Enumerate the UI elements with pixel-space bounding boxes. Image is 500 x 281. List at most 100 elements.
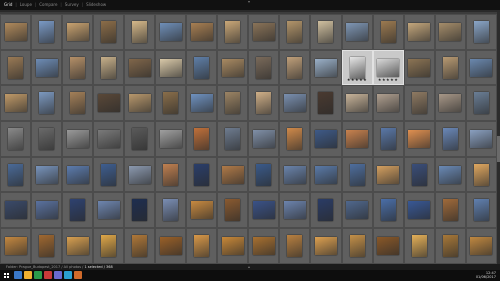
photo-thumbnail[interactable]	[35, 165, 58, 184]
thumbnail-cell[interactable]	[434, 14, 466, 50]
thumbnail-cell[interactable]	[155, 228, 187, 264]
photo-thumbnail[interactable]	[70, 56, 86, 79]
thumbnail-cell[interactable]	[186, 14, 218, 50]
thumbnail-cell[interactable]	[372, 85, 404, 122]
thumbnail-cell[interactable]	[93, 228, 125, 264]
thumbnail-cell[interactable]	[124, 228, 156, 264]
photo-thumbnail[interactable]	[225, 20, 241, 43]
photo-thumbnail[interactable]	[132, 127, 148, 150]
photo-thumbnail[interactable]	[101, 234, 117, 257]
tab-compare[interactable]: Compare	[39, 1, 57, 8]
thumbnail-cell[interactable]	[31, 49, 63, 86]
photo-thumbnail[interactable]	[380, 20, 396, 43]
photo-thumbnail[interactable]	[221, 58, 244, 77]
photo-thumbnail[interactable]	[97, 129, 120, 148]
thumbnail-cell[interactable]	[403, 192, 435, 229]
thumbnail-cell[interactable]	[248, 156, 280, 193]
photo-thumbnail[interactable]	[380, 127, 396, 150]
thumbnail-cell[interactable]	[186, 121, 218, 157]
thumbnail-cell[interactable]	[217, 228, 249, 264]
photo-thumbnail[interactable]	[439, 22, 462, 41]
photo-thumbnail[interactable]	[101, 20, 117, 43]
thumbnail-cell[interactable]	[186, 192, 218, 229]
thumbnail-cell[interactable]	[186, 49, 218, 86]
thumbnail-cell[interactable]	[465, 121, 497, 157]
photo-thumbnail[interactable]	[346, 129, 369, 148]
thumbnail-cell[interactable]	[465, 49, 497, 86]
thumbnail-cell[interactable]	[31, 192, 63, 229]
photo-thumbnail[interactable]	[4, 236, 27, 255]
thumbnail-cell[interactable]	[310, 228, 342, 264]
photo-thumbnail[interactable]	[190, 201, 213, 220]
thumbnail-cell[interactable]	[248, 192, 280, 229]
photo-thumbnail[interactable]	[159, 236, 182, 255]
thumbnail-cell[interactable]	[217, 85, 249, 122]
photo-thumbnail[interactable]	[225, 127, 241, 150]
photo-thumbnail[interactable]	[194, 163, 210, 186]
photo-thumbnail[interactable]	[318, 20, 334, 43]
thumbnail-cell[interactable]	[434, 121, 466, 157]
thumbnail-cell[interactable]	[279, 14, 311, 50]
thumbnail-cell[interactable]	[372, 156, 404, 193]
thumbnail-cell[interactable]	[31, 85, 63, 122]
thumbnail-cell[interactable]	[341, 14, 373, 50]
photo-thumbnail[interactable]	[252, 201, 275, 220]
thumbnail-cell[interactable]	[124, 49, 156, 86]
photo-thumbnail[interactable]	[470, 236, 493, 255]
photo-thumbnail[interactable]	[318, 199, 334, 222]
photo-thumbnail[interactable]	[70, 92, 86, 115]
photo-thumbnail[interactable]	[159, 58, 182, 77]
photo-thumbnail[interactable]	[101, 56, 117, 79]
photo-thumbnail[interactable]	[256, 92, 272, 115]
thumbnail-cell[interactable]	[465, 156, 497, 193]
thumbnail-cell[interactable]	[434, 85, 466, 122]
thumbnail-cell[interactable]	[186, 228, 218, 264]
photo-thumbnail[interactable]	[159, 129, 182, 148]
photo-thumbnail[interactable]	[256, 56, 272, 79]
thumbnail-cell[interactable]	[434, 192, 466, 229]
tab-loupe[interactable]: Loupe	[20, 1, 32, 8]
thumbnail-cell[interactable]	[403, 121, 435, 157]
thumbnail-cell[interactable]	[62, 192, 94, 229]
thumbnail-cell[interactable]	[372, 228, 404, 264]
thumbnail-cell[interactable]	[248, 49, 280, 86]
thumbnail-cell[interactable]	[155, 49, 187, 86]
photo-thumbnail[interactable]	[4, 94, 27, 113]
photo-thumbnail[interactable]	[408, 22, 431, 41]
photo-thumbnail[interactable]	[287, 20, 303, 43]
taskbar-app-icon[interactable]	[14, 271, 22, 279]
taskbar-app-icon[interactable]	[54, 271, 62, 279]
thumbnail-cell[interactable]	[217, 192, 249, 229]
thumbnail-cell[interactable]	[279, 121, 311, 157]
thumbnail-cell[interactable]	[341, 85, 373, 122]
thumbnail-cell[interactable]	[124, 192, 156, 229]
thumbnail-cell[interactable]: ★★★★★	[372, 49, 404, 86]
photo-thumbnail[interactable]	[442, 56, 458, 79]
photo-thumbnail[interactable]	[128, 94, 151, 113]
photo-thumbnail[interactable]	[473, 20, 489, 43]
thumbnail-cell[interactable]	[310, 85, 342, 122]
photo-thumbnail[interactable]	[287, 234, 303, 257]
tab-survey[interactable]: Survey	[65, 1, 79, 8]
photo-thumbnail[interactable]	[132, 20, 148, 43]
taskbar-app-icon[interactable]	[24, 271, 32, 279]
thumbnail-cell[interactable]	[93, 192, 125, 229]
photo-thumbnail[interactable]	[411, 234, 427, 257]
photo-thumbnail[interactable]	[225, 92, 241, 115]
photo-thumbnail[interactable]	[66, 165, 89, 184]
photo-thumbnail[interactable]	[194, 127, 210, 150]
photo-thumbnail[interactable]	[221, 236, 244, 255]
photo-thumbnail[interactable]	[473, 92, 489, 115]
photo-thumbnail[interactable]	[380, 199, 396, 222]
taskbar-app-icon[interactable]	[44, 271, 52, 279]
photo-thumbnail[interactable]	[163, 92, 179, 115]
photo-thumbnail[interactable]	[190, 22, 213, 41]
thumbnail-cell[interactable]	[31, 121, 63, 157]
photo-thumbnail[interactable]	[473, 163, 489, 186]
thumbnail-cell[interactable]	[403, 49, 435, 86]
thumbnail-cell[interactable]	[465, 14, 497, 50]
taskbar-app-icon[interactable]	[64, 271, 72, 279]
thumbnail-cell[interactable]	[403, 14, 435, 50]
thumbnail-cell[interactable]	[403, 228, 435, 264]
photo-thumbnail[interactable]	[97, 201, 120, 220]
